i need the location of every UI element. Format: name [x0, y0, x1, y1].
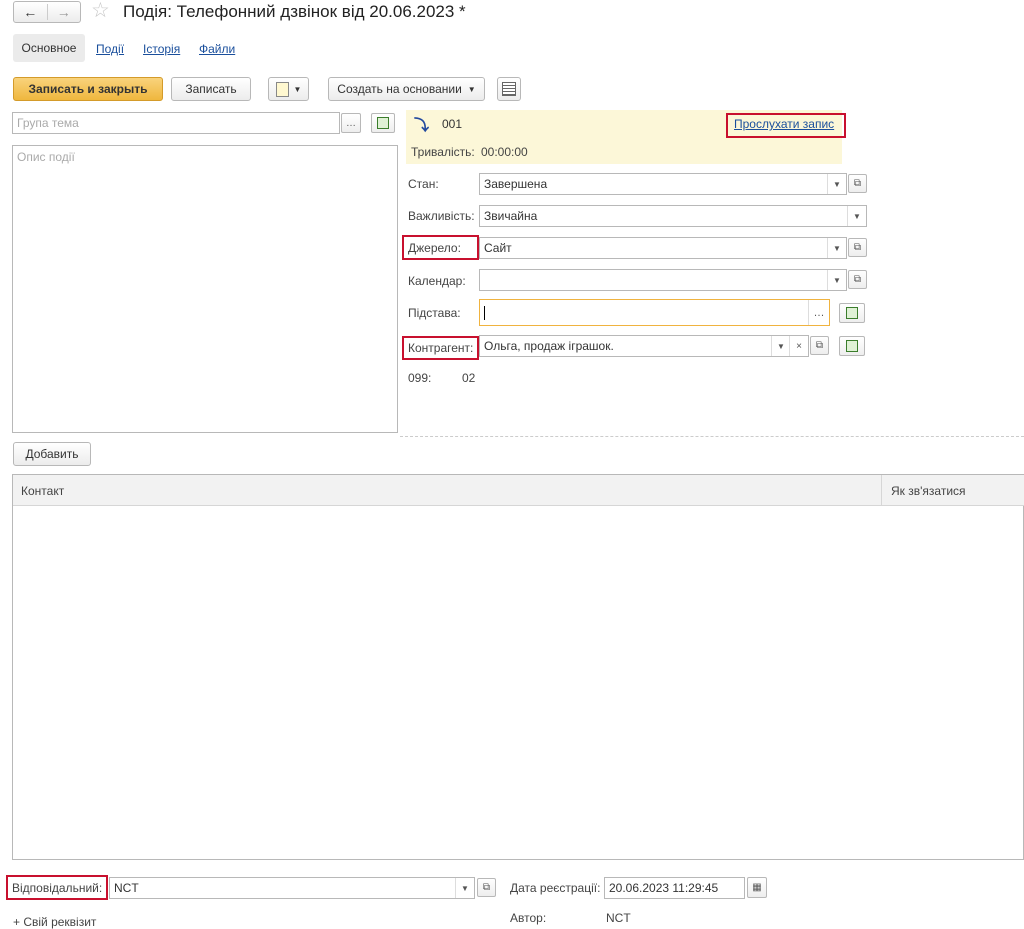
tab-main[interactable]: Основное — [13, 34, 85, 62]
back-arrow-icon[interactable]: ← — [14, 4, 48, 20]
nav-buttons: ← → — [13, 1, 81, 23]
importance-select[interactable]: Звичайна ▼ — [479, 205, 867, 227]
author-label: Автор: — [510, 911, 547, 925]
chevron-down-icon[interactable]: ▼ — [847, 206, 866, 226]
description-textarea[interactable]: Опис події — [12, 145, 398, 433]
clear-icon[interactable]: × — [789, 336, 808, 356]
favorite-star-icon[interactable]: ☆ — [91, 0, 110, 24]
source-open-button[interactable]: ⧉ — [848, 238, 867, 257]
column-contact[interactable]: Контакт — [21, 484, 64, 498]
print-icon — [275, 81, 289, 97]
call-number: 001 — [442, 117, 463, 131]
chevron-down-icon[interactable]: ▼ — [827, 174, 846, 194]
page-title: Подія: Телефонний дзвінок від 20.06.2023… — [123, 2, 466, 21]
state-open-button[interactable]: ⧉ — [848, 174, 867, 193]
chevron-down-icon: ▼ — [293, 84, 302, 94]
state-select[interactable]: Завершена ▼ — [479, 173, 847, 195]
tab-main-label: Основное — [21, 41, 77, 55]
column-divider — [881, 475, 882, 506]
chevron-down-icon[interactable]: ▼ — [827, 238, 846, 258]
forward-arrow-icon[interactable]: → — [48, 4, 81, 20]
calendar-select[interactable]: ▼ — [479, 269, 847, 291]
chevron-down-icon[interactable]: ▼ — [771, 336, 790, 356]
contacts-table: Контакт Як зв'язатися — [12, 474, 1024, 860]
save-button[interactable]: Записать — [171, 77, 251, 101]
tab-history[interactable]: Історія — [143, 42, 180, 56]
counterparty-pick-button[interactable] — [839, 336, 865, 356]
phone-number-a: 099: — [408, 371, 432, 385]
pick-green-icon — [846, 340, 858, 352]
author-value: NCT — [606, 911, 631, 925]
annotation-listen — [726, 113, 846, 138]
chevron-down-icon[interactable]: ▼ — [827, 270, 846, 290]
responsible-select[interactable]: NCT ▼ — [109, 877, 475, 899]
subject-placeholder: Група тема — [17, 116, 79, 130]
text-cursor — [484, 305, 485, 320]
duration-label: Тривалість: — [411, 145, 475, 159]
annotation-counterparty — [402, 336, 479, 360]
save-and-close-button[interactable]: Записать и закрыть — [13, 77, 163, 101]
importance-label: Важливість: — [408, 209, 475, 223]
structure-button[interactable] — [497, 77, 521, 101]
contacts-table-header: Контакт Як зв'язатися — [13, 475, 1024, 506]
importance-value: Звичайна — [484, 209, 538, 223]
counterparty-select[interactable]: Ольга, продаж іграшок. × ▼ — [479, 335, 809, 357]
phone-number-b: 02 — [462, 371, 476, 385]
structure-icon — [502, 82, 516, 96]
reg-date-value: 20.06.2023 11:29:45 — [609, 881, 719, 895]
column-how-to-contact[interactable]: Як зв'язатися — [891, 484, 966, 498]
calendar-open-button[interactable]: ⧉ — [848, 270, 867, 289]
section-divider — [400, 436, 1024, 437]
calendar-icon[interactable]: ▦ — [747, 877, 767, 898]
subject-input[interactable]: Група тема — [12, 112, 340, 134]
reg-date-label: Дата реєстрації: — [510, 881, 601, 895]
responsible-open-button[interactable]: ⧉ — [477, 878, 496, 897]
pick-green-icon — [377, 117, 389, 129]
duration-value: 00:00:00 — [481, 145, 528, 159]
reg-date-input[interactable]: 20.06.2023 11:29:45 — [604, 877, 745, 899]
add-contact-button[interactable]: Добавить — [13, 442, 91, 466]
counterparty-open-button[interactable]: ⧉ — [810, 336, 829, 355]
description-placeholder: Опис події — [17, 150, 75, 164]
own-attribute-link[interactable]: + Свій реквізит — [13, 915, 96, 929]
chevron-down-icon[interactable]: ▼ — [455, 878, 474, 898]
source-value: Сайт — [484, 241, 512, 255]
create-based-label: Создать на основании — [337, 82, 462, 96]
print-menu-button[interactable]: ▼ — [268, 77, 309, 101]
source-select[interactable]: Сайт ▼ — [479, 237, 847, 259]
phone-call-icon: ⤵ — [414, 117, 430, 134]
basis-select-button[interactable]: … — [808, 300, 829, 325]
pick-green-icon — [846, 307, 858, 319]
annotation-source — [402, 235, 479, 260]
basis-pick-button[interactable] — [839, 303, 865, 323]
counterparty-value: Ольга, продаж іграшок. — [484, 339, 614, 353]
responsible-value: NCT — [114, 881, 139, 895]
state-label: Стан: — [408, 177, 439, 191]
subject-pick-button[interactable] — [371, 113, 395, 133]
tab-files[interactable]: Файли — [199, 42, 235, 56]
create-based-button[interactable]: Создать на основании ▼ — [328, 77, 485, 101]
subject-select-button[interactable]: … — [341, 113, 361, 133]
basis-input[interactable]: … — [479, 299, 830, 326]
basis-label: Підстава: — [408, 306, 461, 320]
calendar-label: Календар: — [408, 274, 466, 288]
chevron-down-icon: ▼ — [467, 84, 476, 94]
tab-events[interactable]: Події — [96, 42, 124, 56]
annotation-responsible — [6, 875, 108, 900]
state-value: Завершена — [484, 177, 548, 191]
